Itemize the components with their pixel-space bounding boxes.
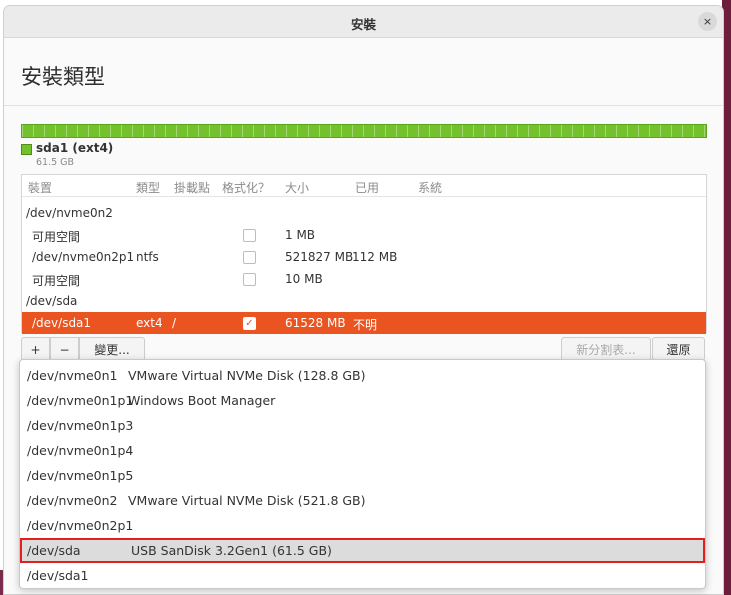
format-checkbox[interactable]: [243, 229, 256, 242]
list-item-device: /dev/nvme0n1p5: [27, 468, 134, 483]
column-header-type[interactable]: 類型: [136, 179, 160, 196]
list-item-description: Windows Boot Manager: [128, 393, 276, 408]
column-header-system[interactable]: 系統: [418, 179, 442, 196]
partition-legend-swatch: [21, 144, 32, 155]
row-used: 112 MB: [352, 250, 398, 264]
row-type: ntfs: [136, 250, 159, 264]
format-checkbox[interactable]: [243, 251, 256, 264]
partition-table: 裝置 類型 掛載點 格式化？ 大小 已用 系統 /dev/nvme0n2 可用空…: [21, 174, 707, 334]
list-item-device: /dev/nvme0n1: [27, 368, 118, 383]
row-device: /dev/sda: [26, 294, 78, 308]
minus-icon: −: [59, 343, 70, 357]
row-size: 10 MB: [285, 272, 323, 286]
add-partition-button[interactable]: +: [21, 337, 50, 361]
table-row[interactable]: /dev/nvme0n2p1 ntfs 521827 MB 112 MB: [22, 246, 706, 268]
row-used: 不明: [353, 318, 378, 332]
header-divider: [4, 105, 723, 106]
row-mount: /: [172, 316, 177, 330]
title-bar: 安裝 ×: [4, 6, 723, 38]
list-item[interactable]: /dev/nvme0n2 VMware Virtual NVMe Disk (5…: [20, 488, 705, 513]
partition-legend-name: sda1 (ext4): [36, 141, 114, 155]
column-header-device[interactable]: 裝置: [28, 179, 52, 196]
list-item-description: USB SanDisk 3.2Gen1 (61.5 GB): [131, 543, 332, 558]
row-type: ext4: [136, 316, 163, 330]
remove-partition-button[interactable]: −: [50, 337, 79, 361]
row-device: /dev/nvme0n2: [26, 206, 113, 220]
table-row[interactable]: 可用空間 1 MB: [22, 224, 706, 246]
list-item-device: /dev/nvme0n1p1: [27, 393, 134, 408]
list-item-device: /dev/nvme0n2p1: [27, 518, 134, 533]
row-size: 1 MB: [285, 228, 316, 242]
list-item-description: VMware Virtual NVMe Disk (521.8 GB): [128, 493, 366, 508]
row-device: 可用空間: [32, 274, 81, 288]
table-row[interactable]: 可用空間 10 MB: [22, 268, 706, 290]
list-item-description: VMware Virtual NVMe Disk (128.8 GB): [128, 368, 366, 383]
table-row[interactable]: /dev/sda: [22, 290, 706, 312]
list-item[interactable]: /dev/nvme0n1p1 Windows Boot Manager: [20, 388, 705, 413]
list-item-device: /dev/sda1: [27, 568, 89, 583]
column-header-format[interactable]: 格式化？: [222, 179, 270, 196]
window-title: 安裝: [350, 17, 376, 32]
format-checkbox-checked[interactable]: ✓: [243, 317, 256, 330]
row-device: /dev/sda1: [32, 316, 92, 330]
column-header-size[interactable]: 大小: [285, 179, 309, 196]
close-icon: ×: [702, 15, 713, 28]
list-item[interactable]: /dev/nvme0n1 VMware Virtual NVMe Disk (1…: [20, 363, 705, 388]
close-button[interactable]: ×: [698, 12, 717, 31]
list-item[interactable]: /dev/nvme0n1p5: [20, 463, 705, 488]
list-item-device: /dev/sda: [27, 543, 81, 558]
list-item-device: /dev/nvme0n1p3: [27, 418, 134, 433]
list-item[interactable]: /dev/sda1: [20, 563, 705, 588]
table-row-selected[interactable]: /dev/sda1 ext4 / ✓ 61528 MB 不明: [22, 312, 706, 334]
partition-usage-bar: [21, 124, 707, 138]
list-item[interactable]: /dev/nvme0n2p1: [20, 513, 705, 538]
row-size: 521827 MB: [285, 250, 354, 264]
row-device: 可用空間: [32, 230, 81, 244]
list-item-device: /dev/nvme0n1p4: [27, 443, 134, 458]
revert-button[interactable]: 還原: [652, 337, 705, 361]
row-device: /dev/nvme0n2p1: [32, 250, 135, 264]
list-item-highlighted[interactable]: /dev/sda USB SanDisk 3.2Gen1 (61.5 GB): [20, 538, 705, 563]
table-row[interactable]: /dev/nvme0n2: [22, 202, 706, 224]
row-size: 61528 MB: [285, 316, 346, 330]
list-item-device: /dev/nvme0n2: [27, 493, 118, 508]
list-item[interactable]: /dev/nvme0n1p3: [20, 413, 705, 438]
column-header-mount[interactable]: 掛載點: [174, 179, 210, 196]
plus-icon: +: [30, 343, 41, 357]
partition-legend-size: 61.5 GB: [36, 157, 75, 168]
list-item[interactable]: /dev/nvme0n1p4: [20, 438, 705, 463]
page-title: 安裝類型: [21, 65, 105, 89]
boot-loader-device-dropdown-list[interactable]: /dev/nvme0n1 VMware Virtual NVMe Disk (1…: [19, 359, 706, 589]
new-partition-table-button[interactable]: 新分割表...: [561, 337, 651, 361]
format-checkbox[interactable]: [243, 273, 256, 286]
column-header-used[interactable]: 已用: [355, 179, 379, 196]
table-header: 裝置 類型 掛載點 格式化？ 大小 已用 系統: [22, 175, 706, 197]
change-partition-button[interactable]: 變更...: [79, 337, 145, 361]
